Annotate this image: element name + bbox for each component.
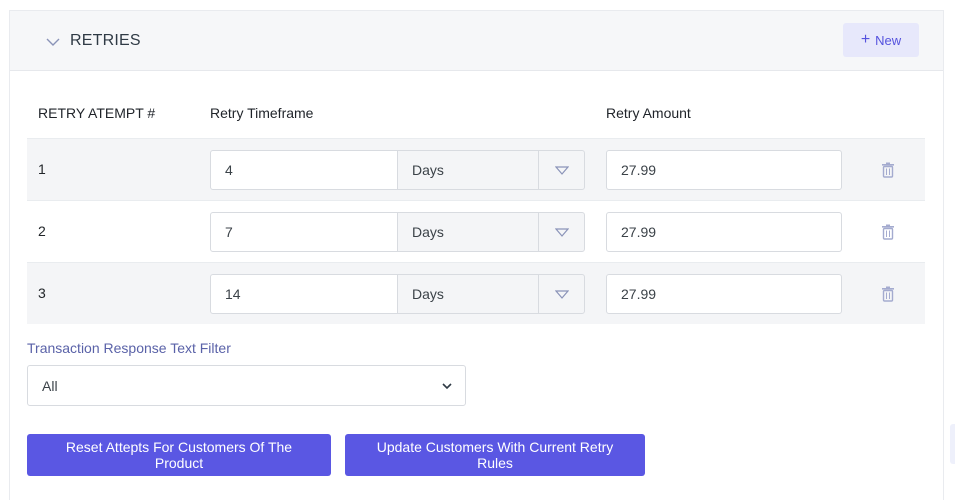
trash-icon[interactable] (881, 224, 895, 240)
reset-attempts-button[interactable]: Reset Attepts For Customers Of The Produ… (27, 434, 331, 476)
column-header-timeframe: Retry Timeframe (210, 105, 314, 121)
timeframe-input[interactable]: 7 (210, 212, 398, 252)
caret-down-icon[interactable] (538, 151, 584, 189)
table-row: 2 7 Days 27.99 (27, 200, 925, 262)
new-button-label: New (875, 32, 902, 48)
trash-icon[interactable] (881, 162, 895, 178)
timeframe-input[interactable]: 14 (210, 274, 398, 314)
column-header-amount: Retry Amount (606, 105, 691, 121)
timeframe-input[interactable]: 4 (210, 150, 398, 190)
timeframe-unit-select[interactable]: Days (397, 274, 585, 314)
caret-down-icon[interactable] (538, 213, 584, 251)
update-customers-button[interactable]: Update Customers With Current Retry Rule… (345, 434, 645, 476)
filter-label: Transaction Response Text Filter (27, 340, 231, 356)
timeframe-unit-value: Days (412, 224, 444, 240)
timeframe-unit-select[interactable]: Days (397, 150, 585, 190)
table-row: 3 14 Days 27.99 (27, 262, 925, 324)
retry-amount-input[interactable]: 27.99 (606, 150, 842, 190)
plus-icon: + (860, 31, 871, 48)
side-drawer-handle[interactable] (950, 424, 955, 464)
retry-amount-input[interactable]: 27.99 (606, 274, 842, 314)
new-retry-button[interactable]: + New (843, 23, 919, 57)
chevron-down-icon (442, 383, 452, 390)
response-text-filter-select[interactable]: All (27, 365, 466, 406)
caret-down-icon[interactable] (538, 275, 584, 313)
timeframe-unit-value: Days (412, 162, 444, 178)
attempt-number: 3 (38, 285, 46, 301)
attempt-number: 1 (38, 161, 46, 177)
retries-panel-header[interactable]: RETRIES + New (10, 11, 943, 71)
timeframe-unit-value: Days (412, 286, 444, 302)
column-header-attempt: RETRY ATEMPT # (38, 105, 156, 121)
retry-amount-input[interactable]: 27.99 (606, 212, 842, 252)
section-title: RETRIES (70, 32, 141, 49)
attempt-number: 2 (38, 223, 46, 239)
table-row: 1 4 Days 27.99 (27, 138, 925, 200)
filter-selected-value: All (42, 378, 58, 394)
timeframe-unit-select[interactable]: Days (397, 212, 585, 252)
trash-icon[interactable] (881, 286, 895, 302)
chevron-down-icon[interactable] (44, 33, 62, 51)
